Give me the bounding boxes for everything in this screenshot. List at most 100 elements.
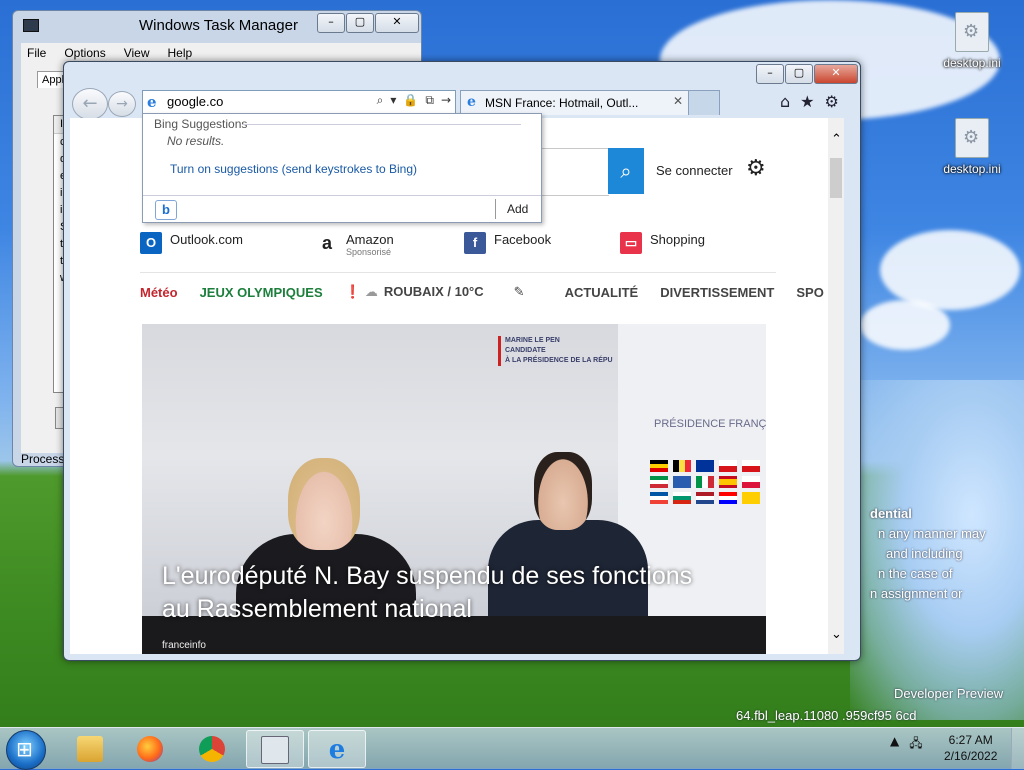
show-hidden-icons-icon[interactable]: ▲ xyxy=(890,734,899,755)
vertical-scrollbar[interactable]: ⌃ ⌄ xyxy=(828,118,844,654)
sponsored-label: Sponsorisé xyxy=(346,247,392,257)
cloud-icon: ☁ xyxy=(364,285,378,300)
tab-title: MSN France: Hotmail, Outl... xyxy=(485,96,639,110)
edit-pencil-icon[interactable]: ✎ xyxy=(514,285,525,300)
tab-msn-france[interactable]: e MSN France: Hotmail, Outl... ✕ xyxy=(460,90,690,115)
scroll-down-arrow-icon[interactable]: ⌄ xyxy=(831,627,842,642)
nav-jeux-olympiques[interactable]: JEUX OLYMPIQUES xyxy=(200,285,323,300)
close-button[interactable]: ✕ xyxy=(375,13,419,33)
nav-meteo[interactable]: Météo xyxy=(140,285,178,300)
nav-weather[interactable]: ❗ ☁ ROUBAIX / 10°C ✎ xyxy=(345,284,547,300)
chrome-icon xyxy=(199,735,225,762)
divider xyxy=(495,199,496,219)
desktop-icon-desktop-ini-1[interactable]: desktop.ini xyxy=(932,12,1012,70)
nav-sport[interactable]: SPO xyxy=(796,285,823,300)
quick-links: O Outlook.com a Amazon Sponsorisé f Faceb… xyxy=(140,232,776,273)
add-button[interactable]: Add xyxy=(507,202,528,216)
scroll-thumb[interactable] xyxy=(830,158,842,198)
divider xyxy=(243,124,521,125)
turn-on-suggestions-link[interactable]: Turn on suggestions (send keystrokes to … xyxy=(170,162,417,176)
folder-icon xyxy=(77,735,103,762)
home-icon[interactable]: ⌂ xyxy=(780,92,790,111)
address-bar[interactable]: e ⌕ ▾ 🔒 ⧉ → xyxy=(142,90,456,114)
settings-file-icon xyxy=(955,118,989,158)
taskbar: e ▲ 🖧 6:27 AM 2/16/2022 xyxy=(0,727,1024,770)
menu-options[interactable]: Options xyxy=(64,43,105,63)
forward-button[interactable]: → xyxy=(108,91,136,117)
ie-page-icon: e xyxy=(147,93,157,111)
quick-link-outlook[interactable]: O Outlook.com xyxy=(140,232,243,254)
hero-banner-text: MARINE LE PEN CANDIDATE À LA PRÉSIDENCE … xyxy=(498,336,613,366)
category-nav: Météo JEUX OLYMPIQUES ❗ ☁ ROUBAIX / 10°C ✎ … xyxy=(140,284,824,300)
cloud xyxy=(860,300,950,350)
close-tab-icon[interactable]: ✕ xyxy=(673,94,683,108)
menu-bar: File Options View Help xyxy=(21,43,421,63)
clock-date: 2/16/2022 xyxy=(944,749,998,763)
settings-gear-icon[interactable]: ⚙ xyxy=(746,156,766,181)
quick-link-label: Facebook xyxy=(494,232,552,247)
taskbar-file-explorer[interactable] xyxy=(62,730,118,766)
watermark-line: n the case of xyxy=(878,566,953,581)
watermark-line: and including xyxy=(886,546,963,561)
dropdown-arrow-icon[interactable]: ▾ xyxy=(390,93,396,108)
maximize-button[interactable]: ▢ xyxy=(785,64,813,84)
nav-actualite[interactable]: ACTUALITÉ xyxy=(565,285,639,300)
menu-view[interactable]: View xyxy=(124,43,150,63)
taskbar-firefox[interactable] xyxy=(122,730,178,766)
quick-link-facebook[interactable]: f Facebook xyxy=(464,232,551,254)
cloud xyxy=(880,230,1020,310)
watermark-line: n assignment or xyxy=(870,586,963,601)
window-controls: – ▢ ✕ xyxy=(756,64,858,84)
go-arrow-icon[interactable]: → xyxy=(441,93,451,108)
quick-link-label: Amazon Sponsorisé xyxy=(346,232,394,257)
new-tab-button[interactable] xyxy=(688,90,720,115)
taskbar-internet-explorer[interactable]: e xyxy=(308,730,366,768)
hero-article[interactable]: MARINE LE PEN CANDIDATE À LA PRÉSIDENCE … xyxy=(142,324,766,654)
desktop-icon-desktop-ini-2[interactable]: desktop.ini xyxy=(932,118,1012,176)
scroll-up-arrow-icon[interactable]: ⌃ xyxy=(831,132,842,147)
taskbar-chrome[interactable] xyxy=(184,730,240,766)
sign-in-link[interactable]: Se connecter xyxy=(656,163,733,178)
minimize-button[interactable]: – xyxy=(317,13,345,33)
firefox-icon xyxy=(137,735,163,762)
address-tools: ⌕ ▾ 🔒 ⧉ → xyxy=(377,93,451,108)
start-button[interactable] xyxy=(6,730,46,770)
taskbar-task-manager[interactable] xyxy=(246,730,304,768)
window-controls: – ▢ ✕ xyxy=(317,13,419,33)
watermark-line: dential xyxy=(870,506,912,521)
bing-logo-icon[interactable]: b xyxy=(155,200,177,220)
network-icon[interactable]: 🖧 xyxy=(909,734,922,755)
hero-backdrop-text: PRÉSIDENCE FRANÇ xyxy=(654,418,766,430)
compatibility-view-icon[interactable]: ⧉ xyxy=(425,93,434,108)
eu-flags xyxy=(650,460,766,504)
search-icon[interactable]: ⌕ xyxy=(377,93,384,108)
show-desktop-button[interactable] xyxy=(1011,728,1024,769)
lock-icon[interactable]: 🔒 xyxy=(403,93,418,108)
browser-toolbar-icons: ⌂ ★ ⚙ xyxy=(780,92,839,111)
nav-divertissement[interactable]: DIVERTISSEMENT xyxy=(660,285,774,300)
favorites-star-icon[interactable]: ★ xyxy=(800,92,814,111)
msn-search-input[interactable] xyxy=(540,148,609,196)
close-button[interactable]: ✕ xyxy=(814,64,858,84)
clock[interactable]: 6:27 AM 2/16/2022 xyxy=(944,732,997,764)
menu-help[interactable]: Help xyxy=(168,43,193,63)
window-title: Windows Task Manager xyxy=(139,17,298,34)
menu-file[interactable]: File xyxy=(27,43,46,63)
minimize-button[interactable]: – xyxy=(756,64,784,84)
address-input[interactable] xyxy=(165,93,369,110)
quick-link-amazon[interactable]: a Amazon Sponsorisé xyxy=(316,232,394,257)
back-button[interactable]: ← xyxy=(72,88,108,120)
watermark-line: 64.fbl_leap.11080 .959cf95 6cd xyxy=(736,708,917,723)
hero-credit: franceinfo xyxy=(162,640,206,651)
msn-search-button[interactable]: ⌕ xyxy=(608,148,644,194)
maximize-button[interactable]: ▢ xyxy=(346,13,374,33)
outlook-icon: O xyxy=(140,232,162,254)
amazon-icon: a xyxy=(316,232,338,254)
quick-link-label: Shopping xyxy=(650,232,705,247)
quick-link-shopping[interactable]: ▭ Shopping xyxy=(620,232,705,254)
system-tray: ▲ 🖧 xyxy=(890,734,923,755)
tools-gear-icon[interactable]: ⚙ xyxy=(825,92,839,111)
task-manager-icon xyxy=(261,735,289,764)
hero-caption[interactable]: L'eurodéputé N. Bay suspendu de ses fonc… xyxy=(162,560,722,626)
shopping-bag-icon: ▭ xyxy=(620,232,642,254)
